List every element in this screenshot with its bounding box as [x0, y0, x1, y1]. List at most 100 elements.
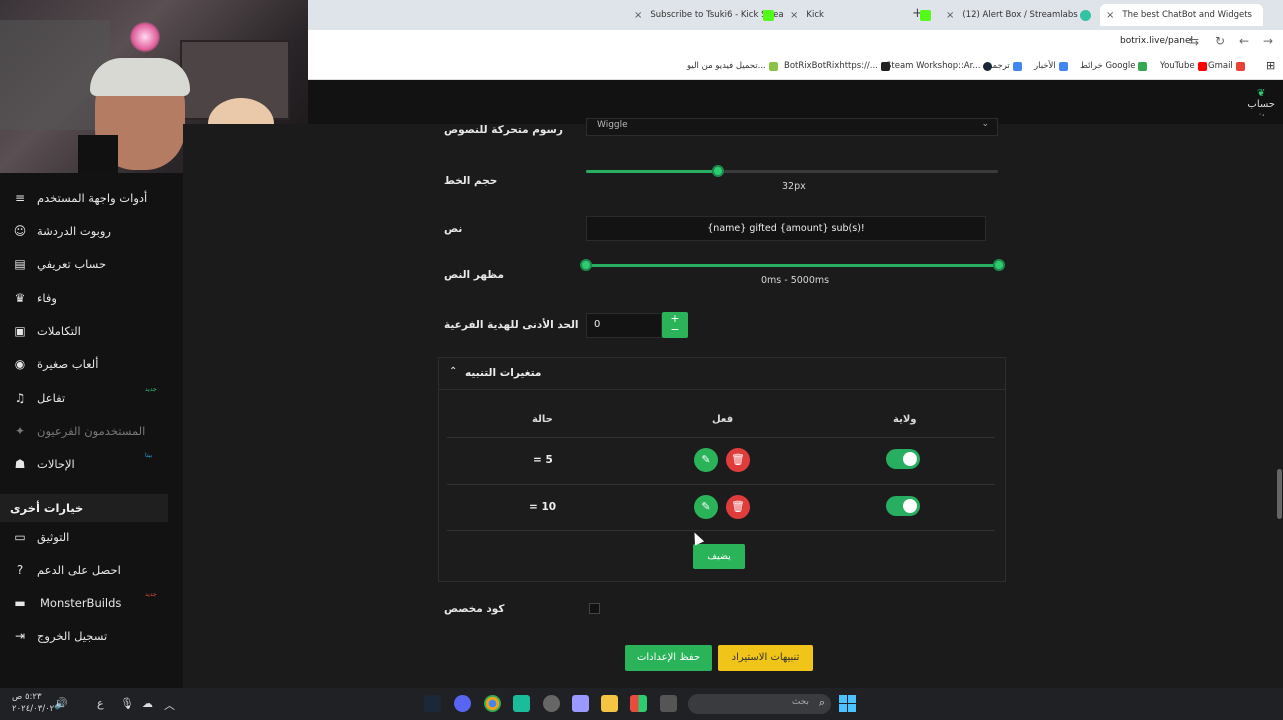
- adobe-icon[interactable]: [572, 695, 589, 712]
- settings-icon[interactable]: [543, 695, 560, 712]
- bookmark-label: YouTube: [1160, 61, 1195, 71]
- sidebar-item-logout[interactable]: ⇥ تسجيل الخروج: [0, 621, 168, 651]
- edit-button[interactable]: ✎: [694, 448, 718, 472]
- bookmark-botrix[interactable]: BotRixBotRixhttps://...: [784, 61, 890, 71]
- kick-icon: [920, 9, 931, 21]
- sidebar-item-chatbot[interactable]: ☺ روبوت الدردشة: [0, 216, 168, 246]
- webcam-mic: [78, 135, 118, 173]
- sidebar-item-sub-users[interactable]: ✦ المستخدمون الفرعيون: [0, 416, 168, 446]
- trash-icon: 🗑: [731, 500, 745, 513]
- tray-chevron-icon[interactable]: ︿: [164, 697, 175, 713]
- delete-button[interactable]: 🗑: [726, 495, 750, 519]
- alert-text-input[interactable]: {name} gifted {amount} sub(s)!: [586, 216, 986, 241]
- reload-icon[interactable]: ↻: [1215, 34, 1225, 48]
- min-gift-input[interactable]: 0: [586, 313, 662, 338]
- sidebar-item-label: تسجيل الخروج: [37, 629, 108, 643]
- forward-icon[interactable]: ←: [1239, 34, 1249, 48]
- new-badge: جديد: [145, 591, 157, 598]
- sidebar-item-minigames[interactable]: ◉ ألعاب صغيرة: [0, 349, 168, 379]
- text-animation-select[interactable]: Wiggle ⌄: [586, 118, 998, 136]
- sidebar-item-label: المستخدمون الفرعيون: [37, 424, 146, 438]
- font-size-label: حجم الخط: [444, 175, 498, 187]
- bookmark-youtube[interactable]: YouTube: [1160, 61, 1207, 71]
- sidebar-item-support[interactable]: ? احصل على الدعم: [0, 555, 168, 585]
- taskbar-clock[interactable]: ٥:٢٣ ص ٢٠٢٤/٠٣/٠٢: [12, 691, 54, 715]
- news-icon: [1058, 61, 1068, 71]
- bookmark-steam-workshop[interactable]: Steam Workshop::Ar...: [886, 61, 993, 71]
- save-settings-button[interactable]: حفظ الإعدادات: [625, 645, 712, 671]
- clock-date: ٢٠٢٤/٠٣/٠٢: [12, 704, 55, 714]
- sidebar-item-widgets[interactable]: ≡ أدوات واجهة المستخدم: [0, 183, 168, 213]
- delete-button[interactable]: 🗑: [726, 448, 750, 472]
- back-icon[interactable]: →: [1263, 34, 1273, 48]
- variation-toggle[interactable]: [886, 449, 920, 469]
- account-menu[interactable]: ❦ حساب ٠،: [1247, 88, 1275, 118]
- botrix-icon: [880, 61, 890, 71]
- browser-tab[interactable]: × Subscribe to Tsuki6 - Kick Strea: [634, 4, 784, 26]
- sidebar-item-loyalty[interactable]: ♛ وفاء: [0, 283, 168, 313]
- language-indicator[interactable]: ع: [97, 697, 104, 710]
- sidebar-item-referrals[interactable]: ☗ الإحالات بيتا: [0, 449, 168, 479]
- speaker-icon[interactable]: 🔊: [54, 697, 68, 710]
- minus-icon[interactable]: −: [662, 324, 688, 335]
- leaf-icon: ❦: [1257, 88, 1266, 99]
- alert-variations-header[interactable]: ⌃ متغيرات التنبيه: [439, 358, 1005, 390]
- cloud-icon[interactable]: ☁: [142, 697, 153, 710]
- text-appearance-range-fill[interactable]: [586, 264, 999, 267]
- variation-toggle[interactable]: [886, 496, 920, 516]
- sidebar-item-interaction[interactable]: ♫ تفاعل جديد: [0, 383, 168, 413]
- page-scrollbar[interactable]: [1276, 124, 1283, 634]
- file-explorer-icon[interactable]: [601, 695, 618, 712]
- terminal-icon[interactable]: [660, 695, 677, 712]
- streamlabs-icon: [1080, 9, 1091, 21]
- app-green-icon[interactable]: [513, 695, 530, 712]
- browser-tab-active[interactable]: × The best ChatBot and Widgets: [1100, 4, 1263, 26]
- bookmark-gmail[interactable]: Gmail: [1208, 61, 1245, 71]
- url-text[interactable]: botrix.live/panel: [1120, 36, 1193, 46]
- bookmark-translate[interactable]: ترجمة: [988, 61, 1022, 71]
- apps-grid-icon[interactable]: ⊞: [1266, 59, 1275, 72]
- sidebar-item-label: حساب تعريفي: [37, 257, 107, 271]
- app-multi-icon[interactable]: [630, 695, 647, 712]
- close-icon[interactable]: ×: [790, 10, 798, 21]
- font-size-slider-handle[interactable]: [711, 165, 724, 177]
- bookmark-google-maps[interactable]: خرائط Google: [1080, 61, 1148, 71]
- min-gift-label: الحد الأدنى للهدية الفرعية: [444, 319, 579, 331]
- tab-title: (12) Alert Box / Streamlabs: [962, 10, 1078, 20]
- select-value: Wiggle: [597, 120, 628, 130]
- taskbar: ٥:٢٣ ص ٢٠٢٤/٠٣/٠٢ 🔊 ع 🎙 ☁ ︿ بحث ⌕: [0, 688, 1283, 720]
- quantity-stepper[interactable]: + −: [662, 312, 688, 338]
- bookmark-video-downloader[interactable]: تحميل فيديو من اليو...: [687, 61, 778, 71]
- browser-tab[interactable]: × (12) Alert Box / Streamlabs: [946, 4, 1096, 26]
- close-icon[interactable]: ×: [1106, 10, 1114, 21]
- bookmark-news[interactable]: الأخبار: [1034, 61, 1068, 71]
- windows-start-icon[interactable]: [839, 695, 856, 712]
- clock-time: ٥:٢٣ ص: [12, 692, 42, 702]
- discord-icon[interactable]: [454, 695, 471, 712]
- close-icon[interactable]: ×: [946, 10, 954, 21]
- sidebar-item-profile[interactable]: ▤ حساب تعريفي: [0, 249, 168, 279]
- edit-button[interactable]: ✎: [694, 495, 718, 519]
- scrollbar-thumb[interactable]: [1277, 469, 1282, 519]
- steam-icon[interactable]: [424, 695, 441, 712]
- sidebar-item-docs[interactable]: ▭ التوثيق: [0, 522, 168, 552]
- taskbar-search[interactable]: بحث ⌕: [688, 694, 831, 714]
- browser-tab[interactable]: × Kick: [790, 4, 910, 26]
- site-settings-icon[interactable]: ⇆: [1189, 34, 1199, 48]
- microphone-icon[interactable]: 🎙: [120, 697, 134, 710]
- add-variation-button[interactable]: يضيف: [693, 544, 745, 569]
- webcam-light: [130, 22, 160, 52]
- sidebar-item-integrations[interactable]: ▣ التكاملات: [0, 316, 168, 346]
- sidebar-item-monsterbuilds[interactable]: ▬ MonsterBuilds جديد: [0, 588, 168, 618]
- import-alerts-button[interactable]: تنبيهات الاستيراد: [718, 645, 813, 671]
- chrome-icon[interactable]: [484, 695, 501, 712]
- close-icon[interactable]: ×: [634, 10, 642, 21]
- id-card-icon: ▤: [14, 257, 26, 271]
- min-gift-value: 0: [594, 319, 601, 330]
- table-divider: [447, 484, 995, 485]
- text-appearance-min-handle[interactable]: [580, 259, 592, 271]
- table-divider: [447, 437, 995, 438]
- text-appearance-max-handle[interactable]: [993, 259, 1005, 271]
- browser-tab-bar: + × Subscribe to Tsuki6 - Kick Strea × K…: [308, 0, 1283, 30]
- custom-code-checkbox[interactable]: [589, 603, 600, 614]
